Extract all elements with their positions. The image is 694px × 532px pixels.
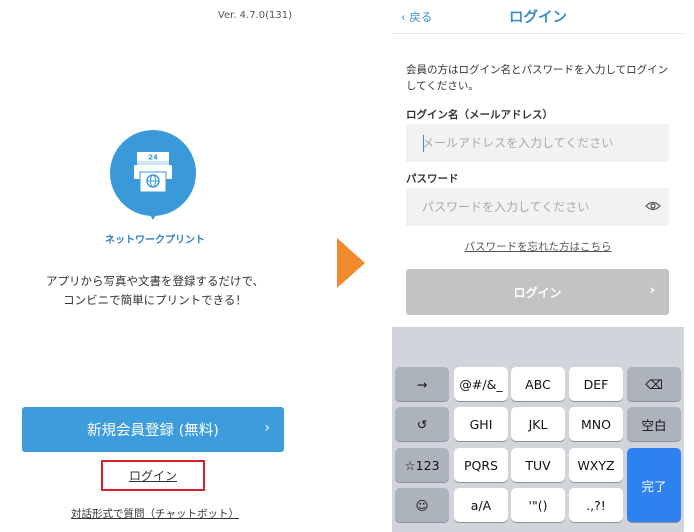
login-name-label: ログイン名（メールアドレス） [406,109,553,121]
login-button[interactable]: ログイン › [406,269,669,315]
key-space[interactable]: 空白 [627,407,681,441]
transition-arrow-icon [337,238,365,288]
key-case[interactable]: a/A [454,488,508,522]
key-tuv[interactable]: TUV [511,448,565,482]
nav-bar: ‹ 戻る ログイン [392,0,684,34]
email-field[interactable] [406,124,669,162]
tagline: アプリから写真や文書を登録するだけで、 コンビニで簡単にプリントできる！ [0,272,310,310]
password-field[interactable] [406,188,669,226]
register-button[interactable]: 新規会員登録 (無料) › [22,407,284,452]
intro-text: 会員の方はログイン名とパスワードを入力してログインしてください。 [406,64,669,92]
calendar-print-icon: 24 [134,152,172,193]
page-title: ログイン [509,10,567,26]
tagline-line-1: アプリから写真や文書を登録するだけで、 [45,274,265,288]
chevron-right-icon: › [264,420,270,436]
key-pqrs[interactable]: PQRS [454,448,508,482]
keyboard: → @#/&_ ABC DEF ⌫ ↺ GHI JKL MNO 空白 ☆123 … [392,327,684,532]
forgot-password-link[interactable]: パスワードを忘れた方はこちら [392,239,684,254]
tagline-line-2: コンビニで簡単にプリントできる！ [63,293,247,307]
key-def[interactable]: DEF [569,367,623,401]
key-numbers[interactable]: ☆123 [395,448,449,482]
key-undo[interactable]: ↺ [395,407,449,441]
chevron-right-icon: › [649,283,655,298]
password-label: パスワード [406,173,459,185]
key-arrow-right[interactable]: → [395,367,449,401]
login-link-highlight: ログイン [101,460,205,491]
key-backspace[interactable]: ⌫ [627,367,681,401]
login-link[interactable]: ログイン [129,467,177,484]
register-button-label: 新規会員登録 (無料) [87,423,219,439]
key-done[interactable]: 完了 [627,448,681,522]
chatbot-link[interactable]: 対話形式で質問（チャットボット） [0,506,310,521]
key-symbols[interactable]: @#/&_ [454,367,508,401]
key-quotes[interactable]: '"() [511,488,565,522]
text-cursor [423,135,424,152]
key-mno[interactable]: MNO [569,407,623,441]
key-punctuation[interactable]: .,?! [569,488,623,522]
app-logo: 24 [110,130,196,222]
logo-calendar-number: 24 [148,154,158,162]
key-wxyz[interactable]: WXYZ [569,448,623,482]
key-jkl[interactable]: JKL [511,407,565,441]
version-label: Ver. 4.7.0(131) [217,10,292,21]
key-abc[interactable]: ABC [511,367,565,401]
app-name: ネットワークプリント [105,235,205,246]
login-screen: ‹ 戻る ログイン 会員の方はログイン名とパスワードを入力してログインしてくださ… [392,0,684,532]
welcome-screen: Ver. 4.7.0(131) 24 ネットワークプリント アプリから写真や文書… [0,0,310,532]
login-button-label: ログイン [513,285,562,300]
key-ghi[interactable]: GHI [454,407,508,441]
key-emoji[interactable]: ☺ [395,488,449,522]
logo-tail [146,208,160,220]
eye-icon[interactable] [645,201,661,211]
